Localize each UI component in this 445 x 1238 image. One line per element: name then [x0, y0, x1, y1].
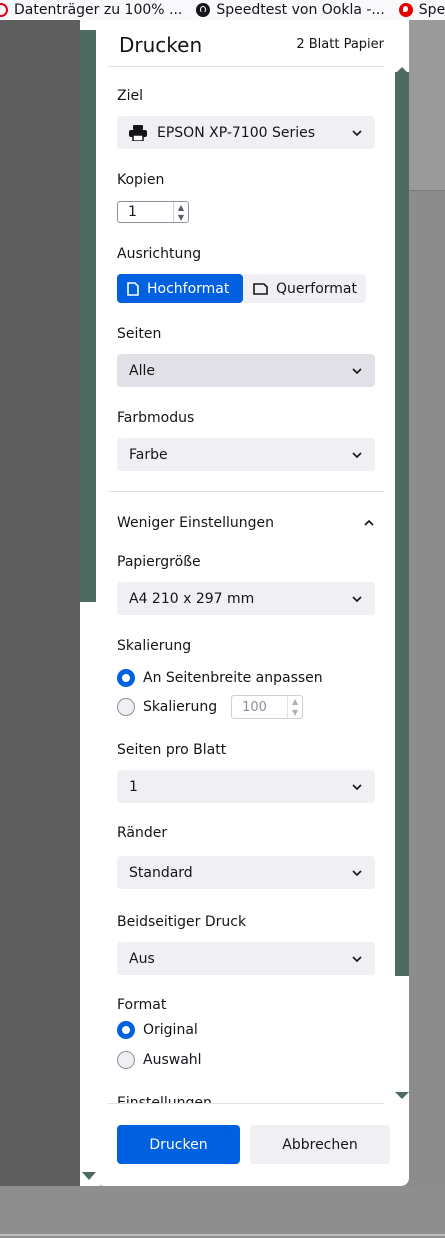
chevron-down-icon [352, 367, 362, 374]
portrait-label: Hochformat [147, 280, 230, 297]
print-dialog: Drucken 2 Blatt Papier Ziel EPSON XP-710… [96, 20, 409, 1186]
destination-label: Ziel [117, 88, 143, 104]
bookmark-label: Speed [418, 2, 445, 18]
format-original-label: Original [143, 1022, 198, 1038]
scale-value: 100 [242, 699, 267, 715]
bookmark-item[interactable]: Speed [398, 2, 445, 18]
bookmarks-bar: Datenträger zu 100% ... Speedtest von Oo… [0, 0, 445, 21]
scrollbar-thumb[interactable] [395, 72, 409, 976]
custom-scale-option[interactable]: Skalierung 100 ▲ ▼ [117, 695, 304, 719]
landscape-button[interactable]: Querformat [243, 274, 366, 303]
scaling-label: Skalierung [117, 638, 192, 654]
scale-input[interactable]: 100 ▲ ▼ [231, 695, 304, 719]
decrement-icon[interactable]: ▼ [174, 212, 188, 222]
paper-size-value: A4 210 x 297 mm [129, 590, 255, 607]
pages-select[interactable]: Alle [117, 354, 375, 387]
scroll-down-arrow-icon[interactable] [82, 1172, 96, 1182]
landscape-page-icon [253, 282, 268, 295]
opera-red-icon [0, 3, 8, 17]
page-backdrop [0, 20, 80, 1186]
portrait-page-icon [127, 281, 139, 296]
paper-size-label: Papiergröße [117, 554, 201, 570]
pages-per-sheet-value: 1 [129, 778, 138, 795]
paper-size-select[interactable]: A4 210 x 297 mm [117, 582, 375, 615]
page-backdrop-right [409, 20, 445, 1186]
portrait-button[interactable]: Hochformat [117, 274, 243, 303]
fewer-settings-label: Weniger Einstellungen [117, 515, 275, 531]
margins-select[interactable]: Standard [117, 856, 375, 889]
duplex-select[interactable]: Aus [117, 942, 375, 975]
dialog-scrollbar[interactable] [395, 66, 409, 1106]
duplex-value: Aus [129, 950, 155, 967]
radio-selected[interactable] [117, 1021, 135, 1039]
radio-unselected[interactable] [117, 698, 135, 716]
chevron-down-icon [352, 595, 362, 602]
chevron-down-icon [352, 955, 362, 962]
chevron-down-icon [352, 869, 362, 876]
format-selection-option[interactable]: Auswahl [117, 1051, 202, 1069]
decrement-icon[interactable]: ▼ [288, 707, 302, 718]
printer-icon [129, 124, 147, 141]
chevron-down-icon [352, 451, 362, 458]
copies-label: Kopien [117, 172, 165, 188]
pages-per-sheet-label: Seiten pro Blatt [117, 742, 227, 758]
pages-per-sheet-select[interactable]: 1 [117, 770, 375, 803]
custom-scale-label: Skalierung [143, 699, 218, 715]
sheet-count: 2 Blatt Papier [296, 37, 384, 52]
ookla-icon [196, 3, 211, 17]
settings-section-label: Einstellungen [117, 1096, 212, 1103]
increment-icon[interactable]: ▲ [288, 696, 302, 707]
fit-to-width-option[interactable]: An Seitenbreite anpassen [117, 669, 323, 687]
pages-value: Alle [129, 362, 155, 379]
color-mode-select[interactable]: Farbe [117, 438, 375, 471]
color-mode-value: Farbe [129, 446, 168, 463]
destination-select[interactable]: EPSON XP-7100 Series [117, 116, 375, 149]
vodafone-icon [398, 3, 413, 17]
section-divider [108, 491, 384, 492]
destination-value: EPSON XP-7100 Series [157, 124, 316, 141]
copies-stepper[interactable]: 1 ▲ ▼ [117, 201, 189, 223]
chevron-up-icon [364, 519, 374, 526]
radio-selected[interactable] [117, 669, 135, 687]
increment-icon[interactable]: ▲ [174, 202, 188, 212]
landscape-label: Querformat [276, 280, 357, 297]
bookmark-item[interactable]: Speedtest von Ookla -... [196, 2, 385, 18]
scroll-down-arrow-icon[interactable] [395, 1092, 409, 1100]
cancel-button[interactable]: Abbrechen [250, 1125, 390, 1164]
radio-unselected[interactable] [117, 1051, 135, 1069]
dialog-title: Drucken [119, 33, 203, 57]
bookmark-item[interactable]: Datenträger zu 100% ... [0, 2, 182, 18]
print-button[interactable]: Drucken [117, 1125, 240, 1164]
bookmark-label: Speedtest von Ookla -... [216, 2, 385, 18]
chevron-down-icon [352, 783, 362, 790]
page-backdrop-bottom [0, 1186, 445, 1238]
margins-label: Ränder [117, 825, 168, 841]
margins-value: Standard [129, 864, 193, 881]
format-selection-label: Auswahl [143, 1052, 202, 1068]
format-original-option[interactable]: Original [117, 1021, 198, 1039]
fit-to-width-label: An Seitenbreite anpassen [143, 670, 323, 686]
orientation-label: Ausrichtung [117, 246, 202, 262]
chevron-down-icon [352, 129, 362, 136]
bookmark-label: Datenträger zu 100% ... [14, 2, 183, 18]
fewer-settings-toggle[interactable]: Weniger Einstellungen [117, 513, 375, 533]
color-mode-label: Farbmodus [117, 410, 195, 426]
format-label: Format [117, 997, 167, 1013]
duplex-label: Beidseitiger Druck [117, 914, 247, 930]
footer-divider [108, 1103, 384, 1104]
dialog-header: Drucken 2 Blatt Papier [108, 20, 384, 67]
pages-label: Seiten [117, 326, 162, 342]
copies-value: 1 [128, 204, 137, 220]
